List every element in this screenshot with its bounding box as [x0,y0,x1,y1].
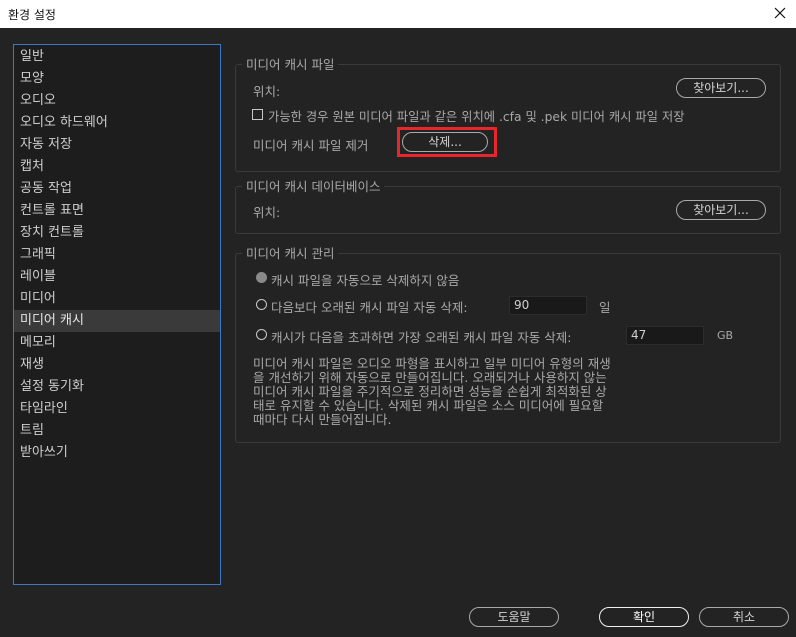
option-delete-older-label: 다음보다 오래된 캐시 파일 자동 삭제: [271,300,468,315]
media-cache-files-legend: 미디어 캐시 파일 [242,57,339,72]
sidebar-item[interactable]: 미디어 [14,288,220,310]
description-line: 미디어 캐시 파일은 오디오 파형을 표시하고 일부 미디어 유형의 재생 [253,356,611,371]
media-cache-database-legend: 미디어 캐시 데이터베이스 [242,179,385,194]
cache-description: 미디어 캐시 파일은 오디오 파형을 표시하고 일부 미디어 유형의 재생 을 … [253,357,673,427]
cache-database-browse-button[interactable]: 찾아보기... [676,200,766,220]
sidebar-item[interactable]: 타임라인 [14,398,220,420]
close-icon[interactable] [770,3,790,23]
sidebar-item[interactable]: 받아쓰기 [14,442,220,464]
cache-database-location-label: 위치: [253,205,281,220]
description-line: 태로 유지할 수 있습니다. 삭제된 캐시 파일은 소스 미디어에 필요할 [253,398,604,413]
older-days-input[interactable]: 90 [509,296,587,315]
sidebar-item[interactable]: 설정 동기화 [14,376,220,398]
sidebar-item[interactable]: 공동 작업 [14,178,220,200]
option-delete-exceeds-label: 캐시가 다음을 초과하면 가장 오래된 캐시 파일 자동 삭제: [271,330,572,345]
cache-files-location-label: 위치: [253,84,281,99]
window-title: 환경 설정 [8,8,56,22]
sidebar-item[interactable]: 재생 [14,354,220,376]
radio-delete-older[interactable] [256,299,267,310]
sidebar-item[interactable]: 컨트롤 표면 [14,200,220,222]
cancel-button[interactable]: 취소 [699,607,789,627]
ok-button[interactable]: 확인 [599,607,689,627]
sidebar-item[interactable]: 트림 [14,420,220,442]
save-next-to-originals-label: 가능한 경우 원본 미디어 파일과 같은 위치에 .cfa 및 .pek 미디어… [268,110,685,124]
sidebar-item[interactable]: 미디어 캐시 [14,310,220,332]
sidebar-item[interactable]: 레이블 [14,266,220,288]
sidebar-item[interactable]: 오디오 [14,90,220,112]
sidebar-item[interactable]: 그래픽 [14,244,220,266]
older-days-unit: 일 [599,300,611,315]
media-cache-management-legend: 미디어 캐시 관리 [242,246,339,261]
description-line: 을 개선하기 위해 자동으로 만들어집니다. 오래되거나 사용하지 않는 [253,370,607,385]
help-button[interactable]: 도움말 [469,607,559,627]
description-line: 때마다 다시 만들어집니다. [253,412,392,427]
sidebar-item[interactable]: 모양 [14,68,220,90]
sidebar-item[interactable]: 캡처 [14,156,220,178]
title-bar: 환경 설정 [0,0,796,28]
radio-never-delete[interactable] [256,272,267,283]
sidebar-item[interactable]: 장치 컨트롤 [14,222,220,244]
delete-cache-button[interactable]: 삭제... [402,132,488,152]
exceeds-gb-unit: GB [717,329,734,342]
sidebar-item[interactable]: 메모리 [14,332,220,354]
sidebar-item[interactable]: 자동 저장 [14,134,220,156]
exceeds-gb-input[interactable]: 47 [626,326,704,345]
sidebar-item[interactable]: 오디오 하드웨어 [14,112,220,134]
category-list[interactable]: 일반 모양 오디오 오디오 하드웨어 자동 저장 캡처 공동 작업 컨트롤 표면 장치 컨트롤 그… [13,44,221,585]
remove-cache-files-label: 미디어 캐시 파일 제거 [253,138,369,153]
cache-files-browse-button[interactable]: 찾아보기... [676,78,766,98]
radio-delete-exceeds[interactable] [256,329,267,340]
description-line: 미디어 캐시 파일을 주기적으로 정리하면 성능을 손쉽게 최적화된 상 [253,384,607,399]
option-never-delete-label: 캐시 파일을 자동으로 삭제하지 않음 [271,273,460,288]
sidebar-item[interactable]: 일반 [14,46,220,68]
save-next-to-originals-checkbox[interactable] [252,109,263,120]
